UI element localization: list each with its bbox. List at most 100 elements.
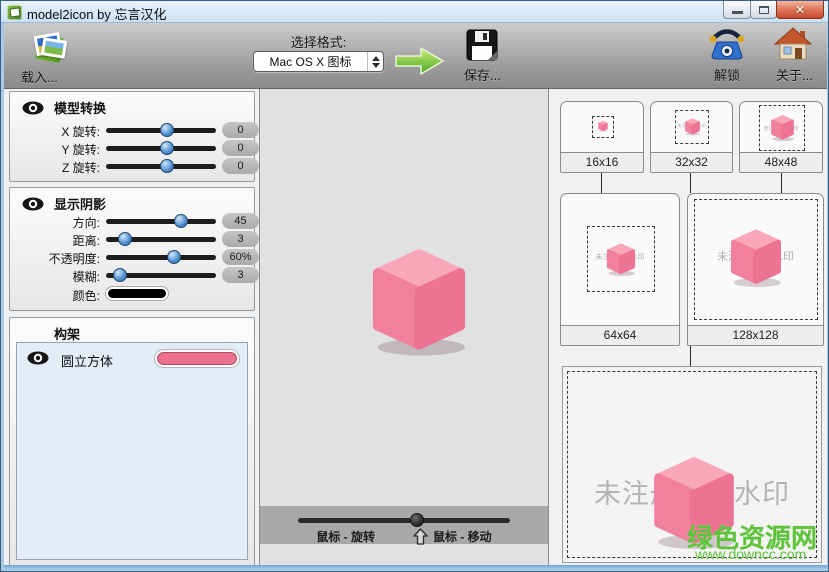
distance-slider[interactable]: [106, 231, 216, 247]
preview-cube-48: [768, 113, 797, 142]
preview-size-label: 64x64: [561, 325, 679, 345]
blur-value: 3: [222, 267, 259, 283]
format-selected-value: Mac OS X 图标: [254, 53, 367, 70]
preview-card-32: 未注册版本水印 32x32: [650, 101, 733, 173]
about-button[interactable]: 关于...: [766, 25, 820, 87]
shadow-color-swatch[interactable]: [106, 287, 168, 300]
load-button[interactable]: 载入...: [10, 25, 80, 87]
shift-arrow-icon: [413, 528, 428, 545]
maximize-button[interactable]: [750, 1, 777, 19]
shadow-color-row: 颜色:: [10, 286, 254, 302]
z-rotation-label: Z 旋转:: [10, 159, 100, 176]
z-rotation-value: 0: [222, 158, 259, 174]
zoom-slider[interactable]: [298, 512, 510, 528]
model-transform-group: 模型转换 X 旋转: 0 Y 旋转: 0: [9, 91, 255, 182]
opacity-label: 不透明度:: [10, 250, 100, 267]
y-rotation-slider[interactable]: [106, 140, 216, 156]
load-photos-icon: [30, 31, 70, 65]
preview-card-16: 16x16: [560, 101, 644, 173]
toolbar: 载入... 选择格式: Mac OS X 图标: [4, 23, 827, 89]
connector-line: [690, 173, 691, 193]
slider-thumb[interactable]: [118, 232, 132, 246]
mouse-rotate-hint: 鼠标 - 旋转: [316, 528, 375, 545]
maximize-icon: [759, 6, 769, 14]
model-viewport[interactable]: 鼠标 - 旋转 鼠标 - 移动: [259, 89, 549, 569]
slider-track[interactable]: [298, 518, 510, 523]
structure-item-label: 圆立方体: [61, 351, 113, 370]
x-rotation-value: 0: [222, 122, 259, 138]
connector-line: [781, 173, 782, 193]
large-preview: 未注册版本水印: [562, 366, 822, 563]
shadow-blur-row: 模糊: 3: [10, 267, 254, 283]
close-icon: ✕: [795, 3, 805, 17]
x-rotation-slider[interactable]: [106, 122, 216, 138]
preview-cube-128: [724, 225, 788, 289]
shadow-direction-row: 方向: 45: [10, 213, 254, 229]
about-label: 关于...: [776, 65, 813, 84]
save-button[interactable]: 保存...: [454, 25, 510, 87]
save-floppy-icon: [466, 29, 498, 61]
direction-value: 45: [222, 213, 259, 229]
z-rotation-row: Z 旋转: 0: [10, 158, 254, 174]
preview-size-label: 48x48: [740, 152, 822, 172]
shadow-group: 显示阴影 方向: 45 距离: 3: [9, 187, 255, 311]
slider-thumb[interactable]: [160, 159, 174, 173]
model-cube[interactable]: [360, 241, 478, 359]
preview-cube-large: [643, 450, 745, 552]
stepper-arrows-icon: [367, 52, 383, 71]
opacity-slider[interactable]: [106, 249, 216, 265]
window-content: 载入... 选择格式: Mac OS X 图标: [4, 23, 827, 569]
structure-list: 圆立方体: [16, 342, 248, 560]
structure-group: 构架 圆立方体: [9, 317, 255, 567]
blur-slider[interactable]: [106, 267, 216, 283]
x-rotation-label: X 旋转:: [10, 123, 100, 140]
slider-thumb[interactable]: [410, 513, 424, 527]
item-color-swatch[interactable]: [157, 352, 237, 365]
minimize-button[interactable]: [723, 1, 751, 19]
title-bar[interactable]: model2icon by 忘言汉化 ✕: [1, 1, 828, 23]
slider-thumb[interactable]: [113, 268, 127, 282]
shadow-distance-row: 距离: 3: [10, 231, 254, 247]
slider-thumb[interactable]: [174, 214, 188, 228]
unlock-button[interactable]: 解锁: [701, 25, 753, 87]
transform-visibility-eye-icon[interactable]: [22, 101, 44, 115]
window-title: model2icon by 忘言汉化: [27, 4, 166, 23]
x-rotation-row: X 旋转: 0: [10, 122, 254, 138]
close-button[interactable]: ✕: [776, 1, 824, 19]
direction-slider[interactable]: [106, 213, 216, 229]
slider-track[interactable]: [106, 219, 216, 224]
window-bottom-border: [4, 565, 827, 569]
unlock-label: 解锁: [714, 65, 740, 84]
convert-arrow-icon: [395, 46, 445, 76]
group-title: 显示阴影: [54, 194, 106, 213]
z-rotation-slider[interactable]: [106, 158, 216, 174]
item-visibility-eye-icon[interactable]: [27, 351, 49, 365]
format-select[interactable]: Mac OS X 图标: [253, 51, 384, 72]
preview-cube-64: [603, 241, 639, 277]
preview-size-label: 128x128: [688, 325, 823, 345]
viewport-bottom-bar: 鼠标 - 旋转 鼠标 - 移动: [260, 506, 548, 544]
slider-track[interactable]: [106, 255, 216, 260]
app-icon: [7, 5, 22, 20]
unlock-phone-icon: [707, 28, 747, 62]
preview-cube-32: [683, 117, 702, 136]
direction-label: 方向:: [10, 214, 100, 231]
load-label: 载入...: [21, 67, 58, 86]
preview-card-64: 未注册版本水印 64x64: [560, 193, 680, 346]
opacity-value: 60%: [222, 249, 259, 265]
preview-card-128: 未注册版本水印 128x128: [687, 193, 824, 346]
y-rotation-label: Y 旋转:: [10, 141, 100, 158]
minimize-icon: [732, 11, 743, 14]
group-title: 构架: [54, 324, 80, 343]
shadow-opacity-row: 不透明度: 60%: [10, 249, 254, 265]
application-window: model2icon by 忘言汉化 ✕ 载入... 选择格式: Mac OS …: [0, 0, 829, 572]
slider-thumb[interactable]: [160, 141, 174, 155]
slider-thumb[interactable]: [160, 123, 174, 137]
slider-thumb[interactable]: [167, 250, 181, 264]
structure-item[interactable]: 圆立方体: [17, 348, 247, 370]
preview-card-48: 未注册版本水印 48x48: [739, 101, 823, 173]
distance-label: 距离:: [10, 232, 100, 249]
distance-value: 3: [222, 231, 259, 247]
shadow-visibility-eye-icon[interactable]: [22, 197, 44, 211]
preview-size-label: 32x32: [651, 152, 732, 172]
